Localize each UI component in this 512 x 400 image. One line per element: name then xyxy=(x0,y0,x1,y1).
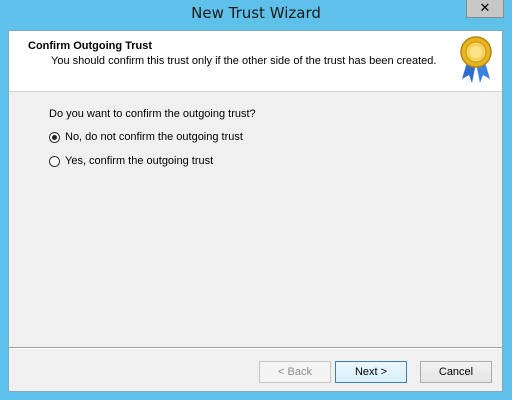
award-ribbon-icon xyxy=(460,36,492,83)
radio-label-no[interactable]: No, do not confirm the outgoing trust xyxy=(65,131,243,143)
wizard-header: Confirm Outgoing Trust You should confir… xyxy=(9,31,502,92)
question-label: Do you want to confirm the outgoing trus… xyxy=(49,108,256,120)
page-title: Confirm Outgoing Trust xyxy=(28,40,153,52)
back-button[interactable]: < Back xyxy=(259,361,331,383)
wizard-window: New Trust Wizard ✕ Confirm Outgoing Trus… xyxy=(0,0,512,400)
page-subtitle: You should confirm this trust only if th… xyxy=(51,55,437,67)
window-title: New Trust Wizard xyxy=(191,4,321,22)
close-button[interactable]: ✕ xyxy=(466,0,504,18)
next-button[interactable]: Next > xyxy=(335,361,407,383)
radio-label-yes[interactable]: Yes, confirm the outgoing trust xyxy=(65,155,213,167)
title-bar[interactable]: New Trust Wizard ✕ xyxy=(0,0,512,28)
wizard-client-area: Confirm Outgoing Trust You should confir… xyxy=(8,30,503,392)
radio-button-no[interactable] xyxy=(49,131,60,143)
close-icon: ✕ xyxy=(479,0,491,15)
radio-button-yes[interactable] xyxy=(49,155,60,167)
footer-separator xyxy=(9,347,502,349)
radio-option-no[interactable]: No, do not confirm the outgoing trust xyxy=(49,129,243,145)
cancel-button[interactable]: Cancel xyxy=(420,361,492,383)
radio-option-yes[interactable]: Yes, confirm the outgoing trust xyxy=(49,153,213,169)
